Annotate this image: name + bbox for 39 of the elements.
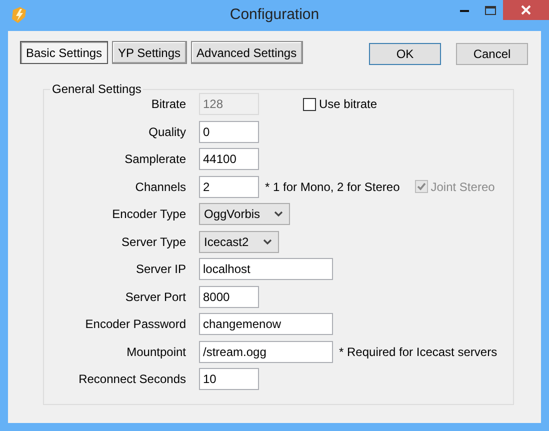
- chevron-down-icon: [262, 238, 272, 244]
- chevron-down-icon: [274, 211, 284, 217]
- text-field[interactable]: 0: [199, 120, 259, 142]
- field-label: Server Type: [122, 234, 186, 248]
- hint-text: * 1 for Mono, 2 for Stereo: [265, 180, 400, 194]
- close-button[interactable]: [503, 0, 549, 20]
- tab[interactable]: Basic Settings: [20, 41, 108, 64]
- text-field[interactable]: 44100: [199, 148, 259, 170]
- field-label: Encoder Password: [85, 317, 186, 331]
- field-label: Server IP: [136, 262, 186, 276]
- window-title: Configuration: [230, 6, 320, 23]
- ok-button[interactable]: OK: [369, 43, 441, 65]
- field-label: Quality: [148, 124, 186, 138]
- checkbox-label: Joint Stereo: [430, 180, 495, 194]
- maximize-icon: [484, 6, 496, 14]
- tab[interactable]: YP Settings: [112, 41, 187, 64]
- field-label: Mountpoint: [126, 344, 186, 358]
- field-label: Samplerate: [124, 152, 186, 166]
- group-title: General Settings: [50, 82, 144, 96]
- field-label: Bitrate: [151, 97, 186, 111]
- lightning-icon: [10, 6, 28, 24]
- field-label: Encoder Type: [112, 207, 186, 221]
- text-field[interactable]: 8000: [199, 286, 259, 308]
- dropdown[interactable]: Icecast2: [199, 230, 279, 252]
- field-label: Channels: [135, 180, 186, 194]
- checkbox-label: Use bitrate: [319, 97, 378, 111]
- minimize-icon: [460, 8, 468, 12]
- text-field[interactable]: localhost: [199, 258, 333, 280]
- text-field[interactable]: 10: [199, 368, 259, 390]
- text-field[interactable]: /stream.ogg: [199, 340, 333, 362]
- tab[interactable]: Advanced Settings: [190, 41, 303, 64]
- text-field[interactable]: 2: [199, 176, 259, 198]
- close-icon: [521, 5, 531, 15]
- field-label: Server Port: [125, 290, 186, 304]
- hint-text: * Required for Icecast servers: [339, 344, 498, 358]
- cancel-button[interactable]: Cancel: [456, 43, 528, 65]
- field-label: Reconnect Seconds: [78, 372, 186, 386]
- dropdown[interactable]: OggVorbis: [199, 203, 290, 225]
- text-field[interactable]: changemenow: [199, 313, 333, 335]
